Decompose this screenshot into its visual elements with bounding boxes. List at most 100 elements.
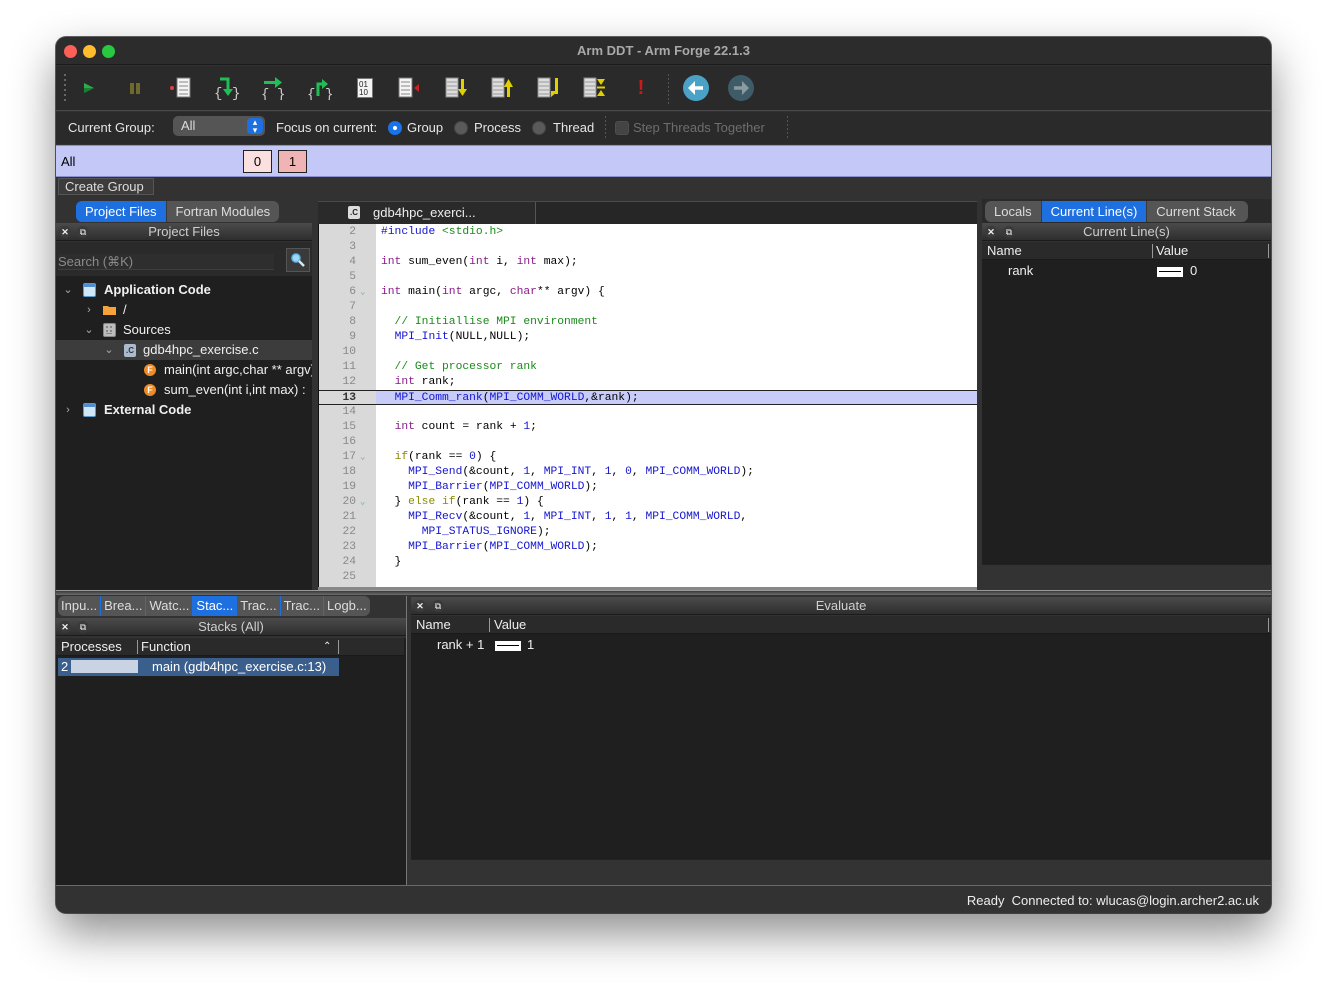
code-line[interactable]: 23 MPI_Barrier(MPI_COMM_WORLD); — [319, 540, 977, 555]
close-panel-icon[interactable]: ✕ — [59, 226, 71, 238]
tab-locals[interactable]: Locals — [985, 201, 1041, 222]
column-separator[interactable] — [1268, 244, 1269, 258]
focus-thread-label[interactable]: Thread — [553, 120, 594, 135]
line-number[interactable]: 19 — [319, 480, 356, 495]
tree-item-external-code[interactable]: › External Code — [56, 400, 312, 420]
sort-ascending-icon[interactable]: ⌃ — [323, 638, 331, 656]
minimize-window-button[interactable] — [83, 45, 96, 58]
current-group-select[interactable]: All ▴ ▾ — [173, 116, 265, 136]
line-number[interactable]: 8 — [319, 315, 356, 330]
line-number[interactable]: 17 — [319, 450, 356, 465]
tab-tracepoints[interactable]: Trac... — [236, 596, 279, 616]
tab-logbook[interactable]: Logb... — [322, 596, 370, 616]
align-frames-button[interactable] — [580, 74, 610, 102]
column-value[interactable]: Value — [1156, 242, 1188, 260]
tab-tracepoint-output[interactable]: Trac... — [279, 596, 323, 616]
code-line[interactable]: 3 — [319, 240, 977, 255]
down-frame-button[interactable] — [442, 74, 472, 102]
evaluate-row[interactable]: rank + 1 1 — [411, 635, 1271, 655]
code-line[interactable]: 16 — [319, 435, 977, 450]
fold-chevron-icon[interactable]: ⌄ — [360, 495, 365, 510]
line-number[interactable]: 14 — [319, 405, 356, 420]
step-out-button[interactable]: {} — [305, 74, 335, 102]
tree-item-function-main[interactable]: F main(int argc,char ** argv) — [56, 360, 312, 380]
float-panel-icon[interactable]: ⧉ — [77, 621, 89, 633]
search-input[interactable] — [58, 254, 274, 270]
code-line[interactable]: 8 // Initiallise MPI environment — [319, 315, 977, 330]
fold-chevron-icon[interactable]: ⌄ — [360, 285, 365, 300]
stack-row-main[interactable]: 2 main (gdb4hpc_exercise.c:13) — [58, 658, 339, 676]
tree-item-root-folder[interactable]: › / — [56, 300, 312, 320]
line-number[interactable]: 18 — [319, 465, 356, 480]
line-number[interactable]: 22 — [319, 525, 356, 540]
line-number[interactable]: 10 — [319, 345, 356, 360]
code-line[interactable]: 12 int rank; — [319, 375, 977, 390]
code-line[interactable]: 14 — [319, 405, 977, 420]
step-instruction-button[interactable]: 01 10 — [350, 74, 380, 102]
play-button[interactable] — [74, 74, 104, 102]
line-number[interactable]: 25 — [319, 570, 356, 585]
toolbar-grip[interactable] — [64, 74, 66, 104]
tree-item-gdb4hpc-exercise-c[interactable]: ⌄ .C gdb4hpc_exercise.c — [56, 340, 312, 360]
line-number[interactable]: 15 — [319, 420, 356, 435]
line-number[interactable]: 12 — [319, 375, 356, 390]
line-number[interactable]: 9 — [319, 330, 356, 345]
line-number[interactable]: 7 — [319, 300, 356, 315]
chevron-down-icon[interactable]: ⌄ — [103, 340, 115, 360]
line-number[interactable]: 4 — [319, 255, 356, 270]
line-number[interactable]: 6 — [319, 285, 356, 300]
code-line[interactable]: 17 ⌄ if(rank == 0) { — [319, 450, 977, 465]
bottom-frame-button[interactable] — [534, 74, 564, 102]
horizontal-splitter[interactable] — [56, 590, 1271, 595]
line-number[interactable]: 5 — [319, 270, 356, 285]
column-name[interactable]: Name — [987, 242, 1022, 260]
chevron-right-icon[interactable]: › — [62, 400, 74, 420]
process-1-box[interactable]: 1 — [278, 150, 307, 173]
column-separator[interactable] — [137, 640, 138, 654]
error-button[interactable]: ! — [626, 74, 656, 102]
column-name[interactable]: Name — [416, 616, 451, 634]
tab-current-stack[interactable]: Current Stack — [1146, 201, 1247, 222]
current-code-line[interactable]: 13 MPI_Comm_rank(MPI_COMM_WORLD,&rank); — [319, 390, 977, 405]
tree-item-function-sum-even[interactable]: F sum_even(int i,int max) : — [56, 380, 312, 400]
code-line[interactable]: 24 } — [319, 555, 977, 570]
code-line[interactable]: 7 — [319, 300, 977, 315]
add-breakpoint-button[interactable] — [165, 74, 195, 102]
column-value[interactable]: Value — [494, 616, 526, 634]
chevron-right-icon[interactable]: › — [83, 300, 95, 320]
forward-button[interactable] — [726, 74, 756, 102]
line-number[interactable]: 16 — [319, 435, 356, 450]
code-line[interactable]: 15 int count = rank + 1; — [319, 420, 977, 435]
tree-item-application-code[interactable]: ⌄ Application Code — [56, 280, 312, 300]
column-separator[interactable] — [1268, 618, 1269, 632]
line-number[interactable]: 3 — [319, 240, 356, 255]
code-line[interactable]: 4 int sum_even(int i, int max); — [319, 255, 977, 270]
column-processes[interactable]: Processes — [61, 638, 122, 656]
code-line[interactable]: 20 ⌄ } else if(rank == 1) { — [319, 495, 977, 510]
column-function[interactable]: Function — [141, 638, 191, 656]
close-window-button[interactable] — [64, 45, 77, 58]
up-frame-button[interactable] — [488, 74, 518, 102]
tree-item-sources[interactable]: ⌄ Sources — [56, 320, 312, 340]
column-separator[interactable] — [338, 640, 339, 654]
close-panel-icon[interactable]: ✕ — [59, 621, 71, 633]
tab-breakpoints[interactable]: Brea... — [100, 596, 145, 616]
step-into-button[interactable]: {} — [212, 74, 242, 102]
back-button[interactable] — [681, 74, 711, 102]
step-threads-checkbox[interactable] — [615, 121, 629, 135]
float-panel-icon[interactable]: ⧉ — [77, 226, 89, 238]
float-panel-icon[interactable]: ⧉ — [1003, 226, 1015, 238]
close-panel-icon[interactable]: ✕ — [414, 600, 426, 612]
tab-project-files[interactable]: Project Files — [76, 201, 166, 222]
code-editor[interactable]: 2 #include <stdio.h> 3 4 int sum_even(int i,… — [318, 224, 977, 587]
line-number[interactable]: 11 — [319, 360, 356, 375]
code-line[interactable]: 25 — [319, 570, 977, 585]
line-number[interactable]: 23 — [319, 540, 356, 555]
line-number[interactable]: 2 — [319, 225, 356, 240]
run-to-line-button[interactable] — [395, 74, 425, 102]
editor-tab-gdb4hpc-exercise[interactable]: .C gdb4hpc_exerci... — [318, 202, 536, 224]
process-0-box[interactable]: 0 — [243, 150, 272, 173]
code-line[interactable]: 21 MPI_Recv(&count, 1, MPI_INT, 1, 1, MP… — [319, 510, 977, 525]
tab-current-lines[interactable]: Current Line(s) — [1040, 201, 1147, 222]
code-line[interactable]: 5 — [319, 270, 977, 285]
